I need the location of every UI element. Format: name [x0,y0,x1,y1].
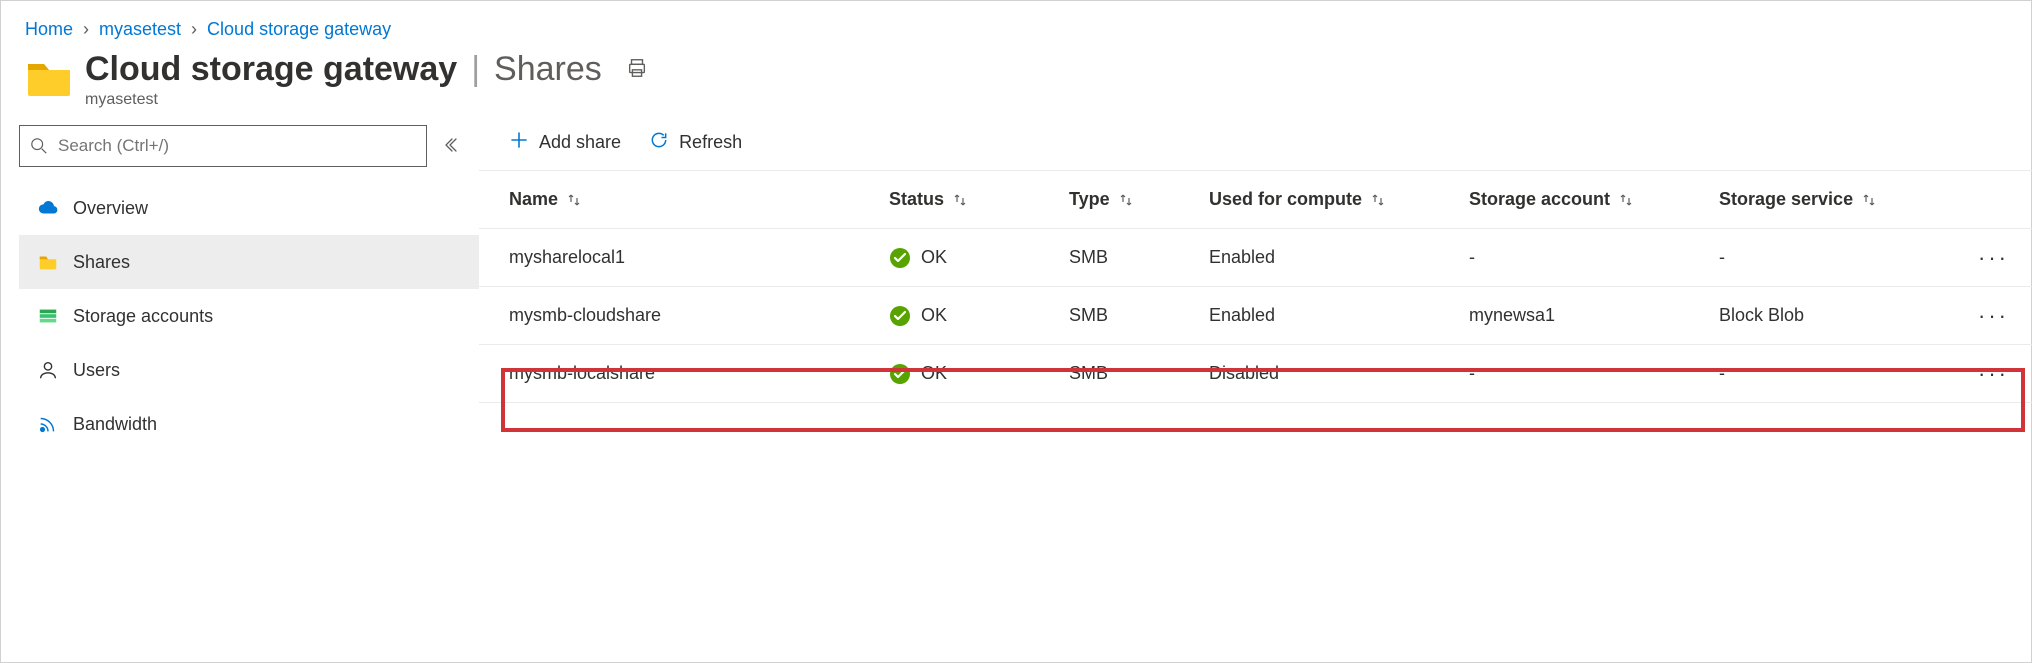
tool-label: Add share [539,132,621,153]
column-header-account[interactable]: Storage account [1469,189,1719,210]
success-icon [889,247,911,269]
main-content: Add share Refresh Name [479,125,2032,403]
table-row[interactable]: mysmb-cloudshare OK SMB Enabled mynewsa1… [479,287,2032,345]
plus-icon [509,130,529,155]
folder-icon [37,251,59,273]
sort-icon [1118,192,1134,208]
add-share-button[interactable]: Add share [509,130,621,155]
cell-service: - [1719,247,1949,268]
cell-service: Block Blob [1719,305,1949,326]
chevron-right-icon: › [83,19,89,40]
page-subtitle: myasetest [85,91,1977,109]
table-header-row: Name Status Type Used for compute [479,171,2032,229]
cell-status: OK [889,305,1069,327]
toolbar: Add share Refresh [479,125,2032,171]
column-header-status[interactable]: Status [889,189,1069,210]
cloud-icon [37,197,59,219]
sidebar-item-shares[interactable]: Shares [19,235,479,289]
sidebar: Overview Shares [1,125,479,451]
sort-icon [1618,192,1634,208]
search-icon [30,137,48,155]
cell-service: - [1719,363,1949,384]
sort-icon [1861,192,1877,208]
person-icon [37,359,59,381]
chevron-right-icon: › [191,19,197,40]
page-header: Cloud storage gateway | Shares myasetest [1,40,2031,109]
table-row[interactable]: mysharelocal1 OK SMB Enabled - - ··· [479,229,2032,287]
sidebar-item-label: Overview [73,198,148,219]
folder-icon [25,56,73,98]
cell-type: SMB [1069,305,1209,326]
page-section-title: Shares [494,50,602,89]
column-header-name[interactable]: Name [509,189,889,210]
print-icon[interactable] [626,57,648,82]
breadcrumb-home[interactable]: Home [25,19,73,40]
breadcrumb-section[interactable]: Cloud storage gateway [207,19,391,40]
row-more-button[interactable]: ··· [1949,303,2009,329]
close-button[interactable] [1977,50,2007,78]
cell-account: - [1469,247,1719,268]
sidebar-item-label: Shares [73,252,130,273]
sidebar-item-overview[interactable]: Overview [19,181,479,235]
refresh-icon [649,130,669,155]
title-separator: | [471,50,480,89]
sort-icon [566,192,582,208]
tool-label: Refresh [679,132,742,153]
sidebar-item-label: Users [73,360,120,381]
cell-compute: Disabled [1209,363,1469,384]
table-row[interactable]: mysmb-localshare OK SMB Disabled - - ··· [479,345,2032,403]
cell-account: - [1469,363,1719,384]
cell-type: SMB [1069,363,1209,384]
cell-name: mysmb-localshare [509,363,889,384]
refresh-button[interactable]: Refresh [649,130,742,155]
sidebar-item-users[interactable]: Users [19,343,479,397]
search-input-wrapper[interactable] [19,125,427,167]
sidebar-nav: Overview Shares [19,181,479,451]
sort-icon [952,192,968,208]
cell-compute: Enabled [1209,247,1469,268]
row-more-button[interactable]: ··· [1949,245,2009,271]
sidebar-item-label: Bandwidth [73,414,157,435]
cell-status: OK [889,363,1069,385]
cell-status: OK [889,247,1069,269]
success-icon [889,305,911,327]
cell-name: mysharelocal1 [509,247,889,268]
cell-account: mynewsa1 [1469,305,1719,326]
row-more-button[interactable]: ··· [1949,361,2009,387]
success-icon [889,363,911,385]
page-title: Cloud storage gateway [85,50,457,89]
storage-icon [37,305,59,327]
column-header-compute[interactable]: Used for compute [1209,189,1469,210]
sidebar-item-bandwidth[interactable]: Bandwidth [19,397,479,451]
cell-type: SMB [1069,247,1209,268]
wifi-icon [37,413,59,435]
cell-compute: Enabled [1209,305,1469,326]
collapse-sidebar-icon[interactable] [441,136,459,157]
cell-name: mysmb-cloudshare [509,305,889,326]
breadcrumb-resource[interactable]: myasetest [99,19,181,40]
search-input[interactable] [56,135,416,157]
sidebar-item-storage-accounts[interactable]: Storage accounts [19,289,479,343]
sort-icon [1370,192,1386,208]
column-header-type[interactable]: Type [1069,189,1209,210]
breadcrumb: Home › myasetest › Cloud storage gateway [1,19,2031,40]
column-header-service[interactable]: Storage service [1719,189,1949,210]
sidebar-item-label: Storage accounts [73,306,213,327]
shares-table: Name Status Type Used for compute [479,171,2032,403]
